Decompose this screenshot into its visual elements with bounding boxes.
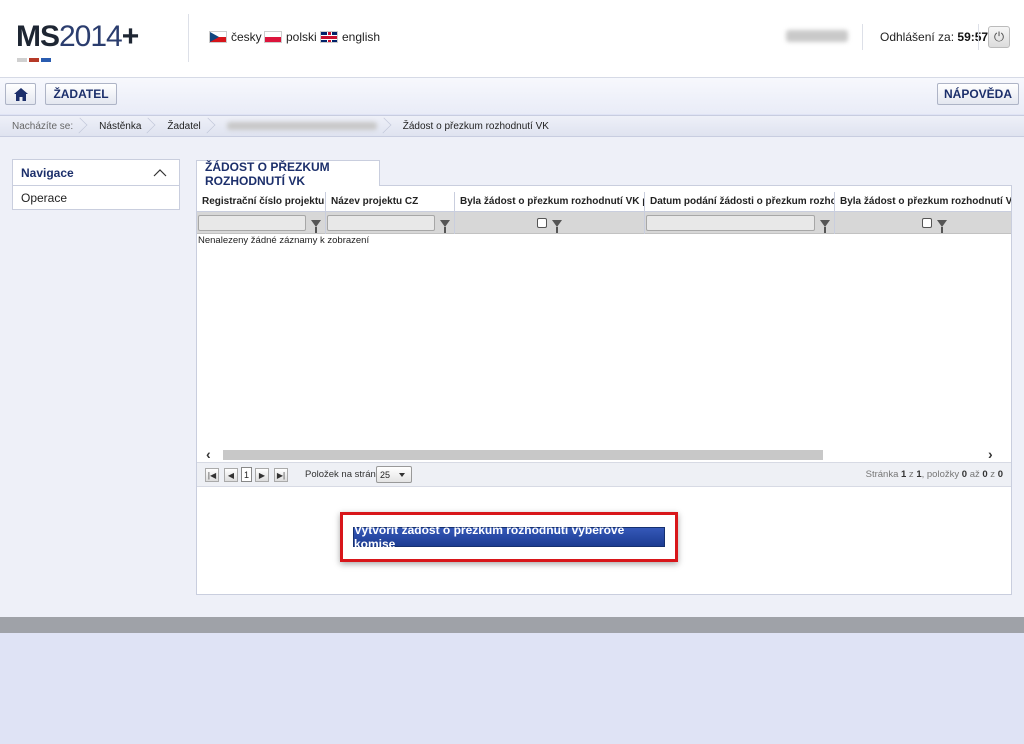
sidebar-item-operace[interactable]: Operace (13, 186, 179, 210)
filter-input-project-name[interactable] (327, 215, 435, 231)
language-label: česky (231, 30, 262, 44)
chevron-up-icon (153, 168, 167, 176)
bottom-area (0, 633, 1024, 744)
header-divider (978, 24, 979, 50)
pager-text: , položky (921, 469, 962, 480)
filter-input-reg-number[interactable] (198, 215, 306, 231)
logo-year: 2014 (59, 20, 123, 53)
scroll-left-icon[interactable]: ‹ (206, 446, 211, 462)
page-number-input[interactable]: 1 (241, 467, 252, 482)
first-page-button[interactable]: |◀ (205, 468, 219, 482)
filter-cell-reg-number (197, 212, 326, 234)
filter-cell-settled (835, 212, 1011, 234)
column-header-submitted[interactable]: Byla žádost o přezkum rozhodnutí VK podá… (455, 192, 645, 212)
toolbar: ŽADATEL NÁPOVĚDA (0, 78, 1024, 114)
home-icon (13, 87, 28, 101)
grid-filter-row (197, 212, 1011, 234)
logo-plus: + (121, 20, 140, 53)
logo-bar-red (29, 58, 39, 62)
pager-total: 0 (997, 469, 1003, 480)
per-page-value: 25 (380, 469, 391, 480)
logout-time: 59:57 (957, 30, 989, 44)
breadcrumb-intro: Nacházíte se: (0, 115, 87, 137)
zadatel-button[interactable]: ŽADATEL (45, 83, 117, 105)
per-page-select[interactable]: 25 (376, 466, 412, 483)
breadcrumb: Nacházíte se: Nástěnka Žadatel Žádost o … (0, 115, 1024, 137)
logo-bar-blue (41, 58, 51, 62)
logout-label: Odhlášení za: (880, 30, 955, 44)
pager-bar: |◀ ◀ 1 ▶ ▶| Položek na stránku 25 Stránk… (197, 462, 1011, 487)
breadcrumb-item-zadatel[interactable]: Žadatel (155, 115, 214, 137)
filter-cell-project-name (326, 212, 455, 234)
language-label: polski (286, 30, 317, 44)
language-english[interactable]: english (320, 29, 380, 45)
pager-text: z (906, 469, 917, 480)
records-grid: Registrační číslo projektu Název projekt… (197, 192, 1011, 487)
filter-checkbox-submitted[interactable] (537, 218, 547, 228)
logo-color-bars (17, 49, 57, 62)
filter-cell-submitted (455, 212, 645, 234)
app-header: MS2014+ česky polski english Odhlášení z… (0, 0, 1024, 78)
sidebar-navigation: Navigace Operace (12, 159, 180, 210)
per-page-label: Položek na stránku (305, 469, 386, 480)
redacted-text (226, 122, 377, 130)
czech-flag-icon (209, 31, 227, 43)
header-divider (188, 14, 189, 62)
pager-text: z (987, 469, 998, 480)
filter-icon[interactable] (820, 219, 830, 233)
language-polski[interactable]: polski (264, 29, 317, 45)
tab-zadost-o-prezkum[interactable]: ŽÁDOST O PŘEZKUM ROZHODNUTÍ VK (196, 160, 380, 188)
help-button[interactable]: NÁPOVĚDA (937, 83, 1019, 105)
language-cesky[interactable]: česky (209, 29, 262, 45)
breadcrumb-item-current: Žádost o přezkum rozhodnutí VK (402, 120, 549, 132)
filter-icon[interactable] (311, 219, 321, 233)
power-icon: ⏻ (993, 29, 1005, 44)
pager-text: Stránka (865, 469, 901, 480)
horizontal-scrollbar[interactable]: ‹ › (205, 446, 1002, 462)
filter-cell-submission-date (645, 212, 835, 234)
scrollbar-thumb[interactable] (223, 450, 823, 460)
polish-flag-icon (264, 31, 282, 43)
next-page-button[interactable]: ▶ (255, 468, 269, 482)
sidebar-header[interactable]: Navigace (13, 160, 179, 186)
column-header-reg-number[interactable]: Registrační číslo projektu (197, 192, 326, 212)
chevron-down-icon (399, 472, 406, 477)
pager-info: Stránka 1 z 1, položky 0 až 0 z 0 (866, 469, 1003, 480)
grid-header-row: Registrační číslo projektu Název projekt… (197, 192, 1011, 212)
header-divider (862, 24, 863, 50)
column-header-settled[interactable]: Byla žádost o přezkum rozhodnutí VK vypo… (835, 192, 1011, 212)
sidebar-title: Navigace (21, 165, 74, 180)
filter-icon[interactable] (552, 219, 562, 233)
filter-input-submission-date[interactable] (646, 215, 815, 231)
last-page-button[interactable]: ▶| (274, 468, 288, 482)
column-header-submission-date[interactable]: Datum podání žádosti o přezkum rozhodnut… (645, 192, 835, 212)
logout-timer: Odhlášení za: 59:57 (880, 30, 988, 44)
user-name-redacted (786, 30, 848, 42)
breadcrumb-item-nastenka[interactable]: Nástěnka (87, 115, 155, 137)
uk-flag-icon (320, 31, 338, 43)
logout-button[interactable]: ⏻ (988, 26, 1010, 48)
logo-bar-grey (17, 58, 27, 62)
scroll-right-icon[interactable]: › (988, 446, 993, 462)
language-label: english (342, 30, 381, 44)
home-button[interactable] (5, 83, 36, 105)
breadcrumb-item-project-redacted[interactable] (215, 115, 391, 137)
pager-text: až (967, 469, 983, 480)
create-review-request-button[interactable]: Vytvořit žádost o přezkum rozhodnutí výb… (353, 523, 665, 551)
filter-icon[interactable] (937, 219, 947, 233)
column-header-project-name[interactable]: Název projektu CZ (326, 192, 455, 212)
prev-page-button[interactable]: ◀ (224, 468, 238, 482)
footer-bar (0, 617, 1024, 633)
filter-checkbox-settled[interactable] (922, 218, 932, 228)
empty-grid-message: Nenalezeny žádné záznamy k zobrazení (198, 235, 370, 246)
filter-icon[interactable] (440, 219, 450, 233)
